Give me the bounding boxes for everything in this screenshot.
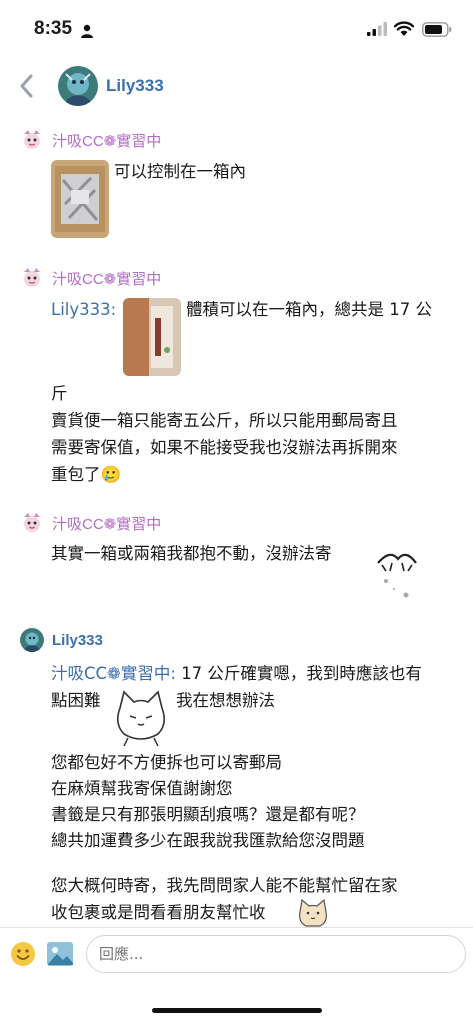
cat-sticker[interactable] — [296, 898, 330, 928]
message-line: 賣貨便一箱只能寄五公斤，所以只能用郵局寄且 — [51, 411, 398, 430]
quote-text: 17 公斤確實嗯，我到時應該也有 — [181, 664, 422, 683]
sender-name: 汁吸CC❁實習中 — [52, 515, 162, 533]
status-time: 8:35 — [34, 18, 73, 39]
back-chevron-icon[interactable] — [16, 72, 38, 100]
message-line: 我在想想辦法 — [176, 691, 275, 710]
emoji-icon[interactable] — [10, 941, 36, 967]
input-bar — [0, 928, 473, 988]
cat-sticker[interactable] — [112, 688, 170, 748]
message-line: 您都包好不方便拆也可以寄郵局 — [51, 753, 282, 772]
avatar[interactable] — [58, 66, 98, 106]
message-sender[interactable]: 汁吸CC❁實習中 — [20, 128, 161, 152]
avatar[interactable] — [20, 128, 44, 152]
message-line: 您大概何時寄，我先問問家人能不能幫忙留在家 — [51, 876, 398, 895]
photo-thumbnail[interactable] — [51, 160, 109, 238]
photo-icon[interactable] — [46, 941, 74, 967]
quote-name[interactable]: 汁吸CC❁實習中: — [51, 664, 176, 683]
message-sender[interactable]: 汁吸CC❁實習中 — [20, 266, 161, 290]
battery-icon — [422, 22, 452, 37]
message-text: 可以控制在一箱內 — [114, 162, 246, 181]
avatar[interactable] — [20, 628, 44, 652]
crying-sticker[interactable] — [372, 541, 420, 605]
message-line: 需要寄保值，如果不能接受我也沒辦法再拆開來 — [51, 438, 398, 457]
reply-input[interactable] — [86, 935, 466, 973]
sender-name: 汁吸CC❁實習中 — [52, 132, 162, 150]
sender-name: Lily333 — [52, 631, 103, 649]
message-line: 汁吸CC❁實習中: 17 公斤確實嗯，我到時應該也有 — [51, 660, 422, 687]
home-indicator — [152, 1008, 322, 1013]
sender-name: 汁吸CC❁實習中 — [52, 270, 162, 288]
chat-header: Lily333 — [0, 60, 473, 112]
avatar[interactable] — [20, 511, 44, 535]
message-line: 總共加運費多少在跟我說我匯款給您沒問題 — [51, 831, 365, 850]
message-sender[interactable]: Lily333 — [20, 628, 103, 652]
quote-name[interactable]: Lily333: — [51, 296, 116, 323]
message-sender[interactable]: 汁吸CC❁實習中 — [20, 511, 161, 535]
message-line: 重包了🥲 — [51, 465, 122, 484]
signal-icon — [367, 22, 387, 36]
message-line: 點困難 — [51, 691, 101, 710]
message-line: 在麻煩幫我寄保值謝謝您 — [51, 779, 233, 798]
message-line: 收包裹或是問看看朋友幫忙收 — [51, 903, 266, 922]
person-icon — [81, 24, 93, 38]
chat-title[interactable]: Lily333 — [106, 76, 164, 96]
avatar[interactable] — [20, 266, 44, 290]
message-text: 其實一箱或兩箱我都抱不動，沒辦法寄 — [51, 544, 332, 563]
message-line: 斤 — [51, 384, 68, 403]
quoted-photo-thumbnail[interactable] — [123, 298, 181, 376]
quote-text: 體積可以在一箱內，總共是 17 公 — [186, 300, 432, 319]
message-line: 書籤是只有那張明顯刮痕嗎？還是都有呢？ — [51, 805, 365, 824]
status-bar: 8:35 — [0, 0, 473, 60]
wifi-icon — [394, 21, 414, 36]
